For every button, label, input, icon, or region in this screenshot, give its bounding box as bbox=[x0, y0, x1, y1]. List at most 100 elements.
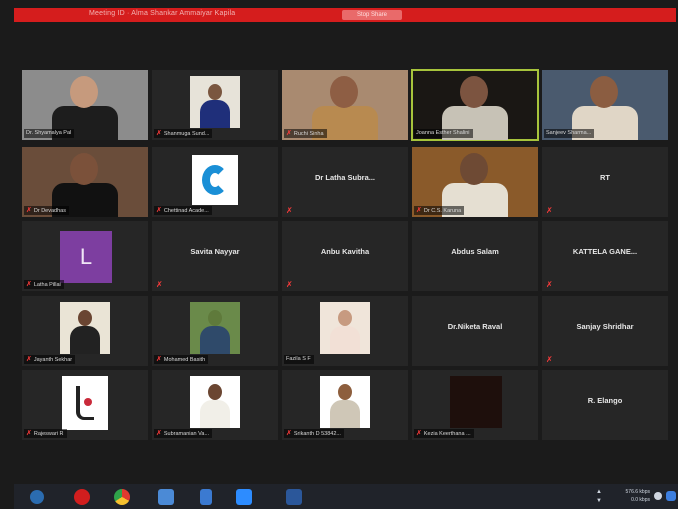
mic-muted-icon: ✗ bbox=[156, 130, 162, 137]
participant-tile[interactable]: ✗ Ruchi Sinha bbox=[282, 70, 408, 140]
participant-tile[interactable]: Dr. Shyamalya Pal bbox=[22, 70, 148, 140]
gallery-view: Dr. Shyamalya Pal ✗ Shanmuga Sund... ✗ Ruchi… bbox=[22, 69, 672, 450]
participant-label: Dr. Shyamalya Pal bbox=[24, 129, 75, 138]
participant-video bbox=[70, 153, 98, 185]
participant-name: Abdus Salam bbox=[451, 247, 499, 256]
participant-label: ✗ Mohamed Basith bbox=[154, 355, 209, 364]
mic-muted-icon: ✗ bbox=[156, 280, 163, 289]
profile-photo bbox=[320, 376, 370, 428]
participant-label: Fazila S F bbox=[284, 355, 314, 364]
mic-muted-icon: ✗ bbox=[156, 430, 162, 437]
photos-icon[interactable] bbox=[158, 489, 174, 505]
participant-label: ✗ Rajeswari R bbox=[24, 429, 67, 438]
notification-icon[interactable] bbox=[666, 491, 676, 501]
mic-muted-icon: ✗ bbox=[416, 430, 422, 437]
profile-photo bbox=[320, 302, 370, 354]
participant-label: ✗ Dr C.S. Karuna bbox=[414, 206, 465, 215]
zoom-window: Meeting ID · Alma Shankar Ammaiyar Kapil… bbox=[0, 0, 678, 509]
participant-name: Dr Latha Subra... bbox=[314, 173, 375, 182]
participant-tile[interactable]: Abdus Salam bbox=[412, 221, 538, 291]
mic-muted-icon: ✗ bbox=[156, 356, 162, 363]
windows-taskbar: ▲ ▼ 576.6 kbps 0.0 kbps bbox=[14, 484, 678, 509]
participant-video bbox=[590, 76, 618, 108]
zoom-icon[interactable] bbox=[236, 489, 252, 505]
start-icon[interactable] bbox=[30, 490, 44, 504]
participant-label: Sanjeev Sharma... bbox=[544, 129, 595, 138]
participant-name: Mohamed Basith bbox=[163, 357, 206, 363]
upload-rate: 576.6 kbps bbox=[625, 489, 650, 495]
mic-muted-icon: ✗ bbox=[416, 207, 422, 214]
participant-tile[interactable]: Joanna Esther Shalini bbox=[411, 69, 539, 141]
file-icon[interactable] bbox=[200, 489, 212, 505]
participant-tile[interactable]: Fazila S F bbox=[282, 296, 408, 366]
participant-name: Ruchi Sinha bbox=[293, 131, 324, 137]
participant-tile[interactable]: ✗ Srikanth D 53842... bbox=[282, 370, 408, 440]
participant-name: Fazila S F bbox=[286, 356, 311, 362]
participant-tile[interactable]: R. Elango bbox=[542, 370, 668, 440]
participant-name: Savita Nayyar bbox=[190, 247, 240, 256]
participant-label: ✗ Ruchi Sinha bbox=[284, 129, 327, 138]
participant-name: Sanjay Shridhar bbox=[576, 322, 634, 331]
profile-photo bbox=[62, 376, 108, 430]
chrome-icon[interactable] bbox=[114, 489, 130, 505]
profile-photo bbox=[190, 76, 240, 128]
participant-tile[interactable]: ✗ Rajeswari R bbox=[22, 370, 148, 440]
participant-tile[interactable]: Dr.Niketa Raval bbox=[412, 296, 538, 366]
participant-tile[interactable]: ✗ Jayanth Sekhar bbox=[22, 296, 148, 366]
participant-tile[interactable]: ✗ Subramanian Va... bbox=[152, 370, 278, 440]
participant-tile[interactable]: KATTELA GANE... ✗ bbox=[542, 221, 668, 291]
participant-label: ✗ Subramanian Va... bbox=[154, 429, 213, 438]
profile-photo bbox=[60, 302, 110, 354]
participant-video bbox=[460, 153, 488, 185]
participant-name: Dr Devadhas bbox=[33, 208, 66, 214]
opera-icon[interactable] bbox=[74, 489, 90, 505]
participant-name: Jayanth Sekhar bbox=[33, 357, 73, 363]
profile-photo bbox=[190, 376, 240, 428]
profile-photo bbox=[190, 302, 240, 354]
participant-tile[interactable]: Sanjay Shridhar ✗ bbox=[542, 296, 668, 366]
participant-name: Sanjeev Sharma... bbox=[546, 130, 592, 136]
participant-tile[interactable]: Dr Latha Subra... ✗ bbox=[282, 147, 408, 217]
mic-muted-icon: ✗ bbox=[286, 280, 293, 289]
participant-label: Joanna Esther Shalini bbox=[414, 129, 473, 138]
participant-tile[interactable]: L ✗ Latha Pillai bbox=[22, 221, 148, 291]
participant-tile[interactable]: ✗ Chettinad Acade... bbox=[152, 147, 278, 217]
participant-name: Kezia Keerthana ... bbox=[423, 431, 471, 437]
stop-share-button[interactable]: Stop Share bbox=[342, 10, 402, 20]
mic-muted-icon: ✗ bbox=[286, 130, 292, 137]
word-icon[interactable] bbox=[286, 489, 302, 505]
participant-label: ✗ Jayanth Sekhar bbox=[24, 355, 76, 364]
download-arrow-icon: ▼ bbox=[596, 498, 602, 504]
participant-video bbox=[460, 76, 488, 108]
participant-label: ✗ Chettinad Acade... bbox=[154, 206, 212, 215]
participant-label: ✗ Kezia Keerthana ... bbox=[414, 429, 474, 438]
profile-photo bbox=[450, 376, 502, 428]
participant-name: Dr C.S. Karuna bbox=[423, 208, 462, 214]
meeting-title: Meeting ID · Alma Shankar Ammaiyar Kapil… bbox=[89, 10, 236, 17]
participant-name: R. Elango bbox=[587, 396, 623, 405]
participant-tile[interactable]: ✗ Shanmuga Sund... bbox=[152, 70, 278, 140]
mic-muted-icon: ✗ bbox=[26, 281, 32, 288]
participant-tile[interactable]: Sanjeev Sharma... bbox=[542, 70, 668, 140]
mic-muted-icon: ✗ bbox=[546, 280, 553, 289]
mic-muted-icon: ✗ bbox=[156, 207, 162, 214]
participant-name: Shanmuga Sund... bbox=[163, 131, 210, 137]
participant-name: Subramanian Va... bbox=[163, 431, 210, 437]
participant-tile[interactable]: ✗ Dr Devadhas bbox=[22, 147, 148, 217]
upload-arrow-icon: ▲ bbox=[596, 489, 602, 495]
participant-tile[interactable]: ✗ Kezia Keerthana ... bbox=[412, 370, 538, 440]
participant-tile[interactable]: RT ✗ bbox=[542, 147, 668, 217]
mic-muted-icon: ✗ bbox=[26, 356, 32, 363]
mic-muted-icon: ✗ bbox=[286, 206, 293, 215]
participant-name: Anbu Kavitha bbox=[320, 247, 370, 256]
avatar: L bbox=[60, 231, 112, 283]
participant-tile[interactable]: ✗ Dr C.S. Karuna bbox=[412, 147, 538, 217]
participant-tile[interactable]: Anbu Kavitha ✗ bbox=[282, 221, 408, 291]
participant-name: KATTELA GANE... bbox=[572, 247, 638, 256]
participant-tile[interactable]: ✗ Mohamed Basith bbox=[152, 296, 278, 366]
chevron-up-icon[interactable] bbox=[654, 492, 662, 500]
participant-tile[interactable]: Savita Nayyar ✗ bbox=[152, 221, 278, 291]
participant-label: ✗ Latha Pillai bbox=[24, 280, 64, 289]
participant-name: Dr. Shyamalya Pal bbox=[26, 130, 72, 136]
chettinad-logo bbox=[192, 155, 238, 205]
